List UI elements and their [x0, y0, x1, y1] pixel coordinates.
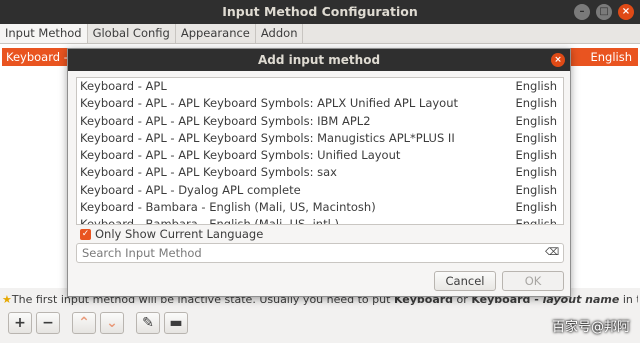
tab-bar: Input Method Global Config Appearance Ad… [0, 24, 640, 44]
maximize-button[interactable]: □ [596, 4, 612, 20]
list-item[interactable]: Keyboard - APL - APL Keyboard Symbols: s… [77, 164, 563, 181]
available-input-methods-list[interactable]: Keyboard - APL English Keyboard - APL - A… [76, 77, 564, 225]
dialog-close-icon[interactable]: × [551, 53, 565, 67]
item-name: Keyboard - APL - APL Keyboard Symbols: A… [80, 96, 459, 111]
remove-input-method-button[interactable]: − [36, 312, 60, 334]
list-item[interactable]: Keyboard - APL English [77, 78, 563, 95]
item-name: Keyboard - APL - APL Keyboard Symbols: I… [80, 113, 371, 128]
cancel-button[interactable]: Cancel [434, 271, 496, 291]
item-language: English [515, 165, 557, 180]
list-item[interactable]: Keyboard - APL - APL Keyboard Symbols: A… [77, 95, 563, 112]
tab-global-config[interactable]: Global Config [88, 24, 176, 43]
selected-input-method-language: English [590, 50, 632, 64]
item-name: Keyboard - APL - APL Keyboard Symbols: U… [80, 148, 401, 163]
only-current-language-label: Only Show Current Language [95, 227, 264, 241]
item-name: Keyboard - Bambara - English (Mali, US, … [80, 200, 376, 215]
list-item[interactable]: Keyboard - Bambara - English (Mali, US, … [77, 199, 563, 216]
list-item[interactable]: Keyboard - APL - APL Keyboard Symbols: U… [77, 147, 563, 164]
hint-part3: in the first place. [622, 293, 638, 306]
window-title: Input Method Configuration [222, 4, 418, 19]
list-item[interactable]: Keyboard - Bambara - English (Mali, US, … [77, 216, 563, 225]
toolbar-gap [64, 312, 68, 334]
only-current-language-toggle[interactable]: ✓ Only Show Current Language [80, 227, 263, 241]
configure-icon[interactable]: ✎ [136, 312, 160, 334]
item-language: English [515, 113, 557, 128]
search-input-method-field[interactable]: Search Input Method ⌫ [76, 243, 564, 263]
item-language: English [515, 96, 557, 111]
item-language: English [515, 217, 557, 225]
close-button[interactable]: × [618, 4, 634, 20]
item-language: English [515, 200, 557, 215]
star-icon: ★ [2, 293, 12, 306]
add-input-method-dialog: Add input method × Keyboard - APL English… [67, 48, 571, 297]
item-name: Keyboard - APL [80, 79, 167, 93]
window-controls: – □ × [574, 4, 634, 20]
tab-addon[interactable]: Addon [256, 24, 304, 43]
checkbox-checked-icon[interactable]: ✓ [80, 228, 91, 240]
item-name: Keyboard - Bambara - English (Mali, US, … [80, 217, 339, 225]
item-language: English [515, 79, 557, 93]
toolbar-gap-2 [128, 312, 132, 334]
list-item[interactable]: Keyboard - APL - APL Keyboard Symbols: M… [77, 130, 563, 147]
dialog-titlebar: Add input method × [68, 49, 570, 71]
bottom-toolbar: + − ⌃ ⌄ ✎ ▬ [8, 312, 188, 334]
item-language: English [515, 130, 557, 145]
add-input-method-button[interactable]: + [8, 312, 32, 334]
move-down-button[interactable]: ⌄ [100, 312, 124, 334]
minimize-button[interactable]: – [574, 4, 590, 20]
keyboard-layout-icon[interactable]: ▬ [164, 312, 188, 334]
tab-appearance[interactable]: Appearance [176, 24, 256, 43]
watermark: 百家号@邦阿 [551, 320, 630, 335]
clear-search-icon[interactable]: ⌫ [545, 247, 559, 259]
search-placeholder: Search Input Method [82, 246, 202, 260]
item-language: English [515, 182, 557, 197]
ok-button[interactable]: OK [502, 271, 564, 291]
window-titlebar: Input Method Configuration – □ × [0, 0, 640, 24]
item-name: Keyboard - APL - Dyalog APL complete [80, 182, 301, 197]
item-name: Keyboard - APL - APL Keyboard Symbols: M… [80, 130, 455, 145]
list-item[interactable]: Keyboard - APL - Dyalog APL complete Engl… [77, 182, 563, 199]
item-name: Keyboard - APL - APL Keyboard Symbols: s… [80, 165, 337, 180]
move-up-button[interactable]: ⌃ [72, 312, 96, 334]
item-language: English [515, 148, 557, 163]
tab-input-method[interactable]: Input Method [0, 24, 88, 43]
dialog-title: Add input method [257, 53, 381, 67]
list-item[interactable]: Keyboard - APL - APL Keyboard Symbols: I… [77, 113, 563, 130]
